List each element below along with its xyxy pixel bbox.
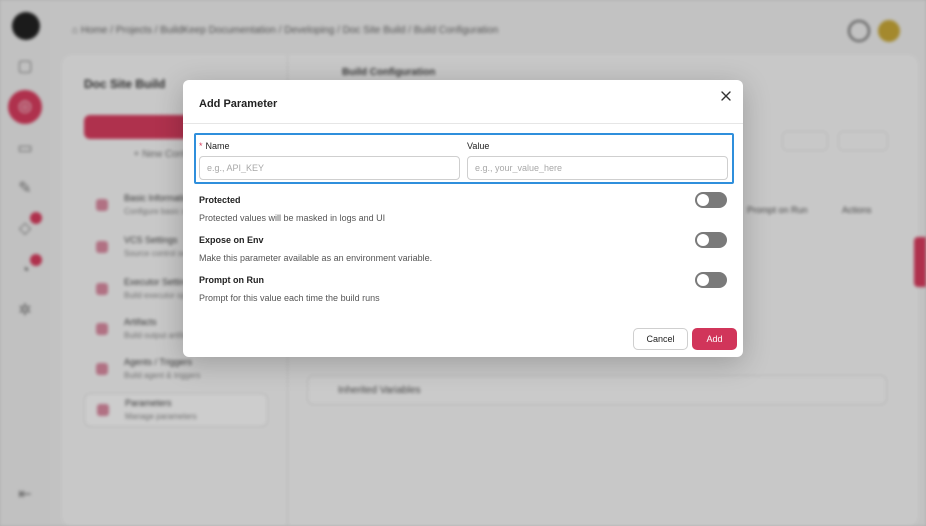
toggle-knob — [697, 274, 709, 286]
prompt-on-run-label: Prompt on Run — [199, 275, 264, 285]
name-value-fields: *Name Value — [194, 133, 734, 184]
prompt-on-run-description: Prompt for this value each time the buil… — [199, 293, 380, 303]
value-input[interactable] — [467, 156, 728, 180]
expose-on-env-toggle[interactable] — [695, 232, 727, 248]
protected-description: Protected values will be masked in logs … — [199, 213, 386, 223]
cancel-button[interactable]: Cancel — [633, 328, 688, 350]
name-input[interactable] — [199, 156, 460, 180]
toggle-knob — [697, 234, 709, 246]
expose-on-env-label: Expose on Env — [199, 235, 264, 245]
add-button[interactable]: Add — [692, 328, 737, 350]
toggle-knob — [697, 194, 709, 206]
expose-on-env-description: Make this parameter available as an envi… — [199, 253, 433, 263]
protected-label: Protected — [199, 195, 241, 205]
prompt-on-run-toggle[interactable] — [695, 272, 727, 288]
protected-toggle[interactable] — [695, 192, 727, 208]
value-label: Value — [467, 141, 490, 151]
add-parameter-dialog: Add Parameter *Name Value Protected Prot… — [183, 80, 743, 357]
header-divider — [183, 123, 743, 124]
close-icon[interactable] — [719, 89, 733, 103]
name-label: * Name — [199, 141, 230, 151]
required-mark: * — [199, 141, 203, 151]
dialog-title: Add Parameter — [199, 98, 278, 110]
